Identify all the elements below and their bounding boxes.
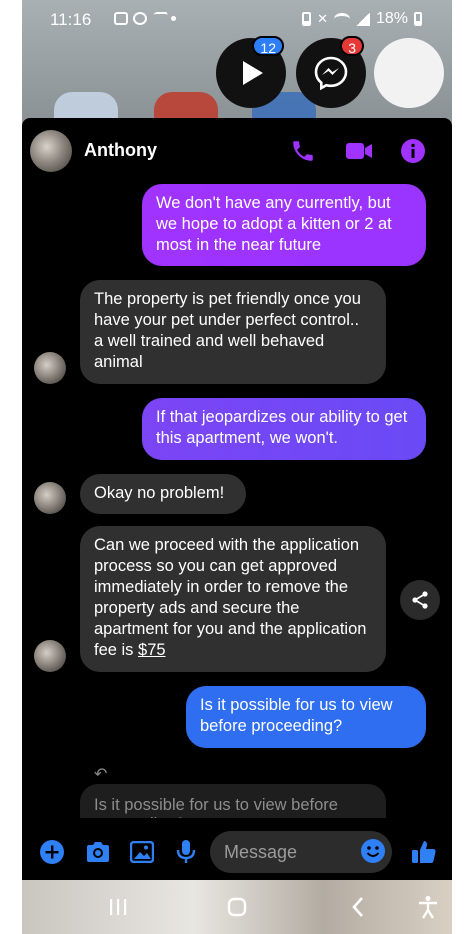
status-time: 11:16: [50, 10, 92, 29]
outgoing-message[interactable]: We don't have any currently, but we hope…: [142, 184, 426, 266]
info-icon: [401, 139, 425, 163]
contact-avatar: [34, 352, 66, 384]
sync-icon: [133, 12, 147, 25]
home-button[interactable]: [223, 894, 251, 920]
contact-avatar: [34, 482, 66, 514]
status-bar: 11:16 ✕ 18%: [22, 0, 452, 38]
unread-badge: 12: [252, 36, 284, 56]
home-icon: [227, 897, 247, 917]
play-icon: [243, 61, 263, 85]
wifi-calling-icon: [149, 12, 169, 25]
recents-icon: [110, 899, 127, 915]
add-button[interactable]: [38, 838, 66, 866]
chat-window: Anthony We don't have any currently, but…: [22, 118, 452, 880]
reply-icon: ↶: [94, 766, 108, 783]
gallery-button[interactable]: [128, 838, 156, 866]
emoji-icon: [361, 839, 385, 863]
emoji-button[interactable]: [360, 838, 386, 864]
composer-bar: [22, 826, 452, 880]
battery-icon: [414, 12, 422, 26]
battery-saver-icon: [302, 12, 312, 26]
image-icon: [130, 841, 154, 863]
accessibility-icon: [419, 896, 437, 919]
outgoing-message[interactable]: If that jeopardizes our ability to get t…: [142, 398, 426, 460]
contact-avatar[interactable]: [30, 130, 72, 172]
play-chat-head[interactable]: 12: [216, 36, 286, 108]
contact-avatar: [34, 640, 66, 672]
phone-icon: [293, 141, 313, 161]
unread-badge: 3: [340, 36, 364, 56]
notification-icons: [114, 12, 176, 25]
blank-chat-head[interactable]: [374, 38, 444, 108]
back-button[interactable]: [344, 894, 372, 920]
outgoing-message[interactable]: Is it possible for us to view before pro…: [186, 686, 426, 748]
like-button[interactable]: [410, 838, 438, 866]
status-right: ✕ 18%: [302, 10, 422, 28]
messenger-chat-head[interactable]: 3: [296, 36, 366, 108]
microphone-icon: [176, 840, 196, 863]
thumbs-up-icon: [412, 841, 436, 863]
share-icon: [412, 591, 428, 609]
signal-icon: [355, 12, 370, 26]
incoming-message[interactable]: Can we proceed with the application proc…: [80, 526, 386, 672]
video-camera-icon: [346, 143, 372, 159]
info-button[interactable]: [398, 136, 428, 166]
more-notifications-dot-icon: [171, 16, 176, 21]
battery-percent: 18%: [375, 10, 408, 27]
recents-button[interactable]: [104, 894, 132, 920]
contact-name[interactable]: Anthony: [84, 140, 157, 161]
voice-button[interactable]: [172, 838, 200, 866]
fee-link[interactable]: $75: [138, 641, 166, 659]
incoming-message[interactable]: Okay no problem!: [80, 474, 246, 514]
accessibility-button[interactable]: [414, 894, 442, 920]
system-nav-bar: [22, 880, 452, 934]
message-text: Can we proceed with the application proc…: [94, 536, 367, 659]
plus-circle-icon: [40, 840, 64, 864]
camera-button[interactable]: [84, 838, 112, 866]
gallery-icon: [114, 12, 128, 25]
chat-header: Anthony: [22, 118, 452, 184]
messenger-icon: [314, 56, 348, 91]
video-call-button[interactable]: [344, 136, 374, 166]
incoming-message[interactable]: The property is pet friendly once you ha…: [80, 280, 386, 384]
camera-icon: [87, 842, 109, 862]
mute-icon: ✕: [317, 11, 328, 26]
back-chevron-icon: [352, 897, 363, 917]
call-button[interactable]: [288, 136, 318, 166]
share-button[interactable]: [400, 580, 440, 620]
wifi-icon: [333, 13, 350, 25]
